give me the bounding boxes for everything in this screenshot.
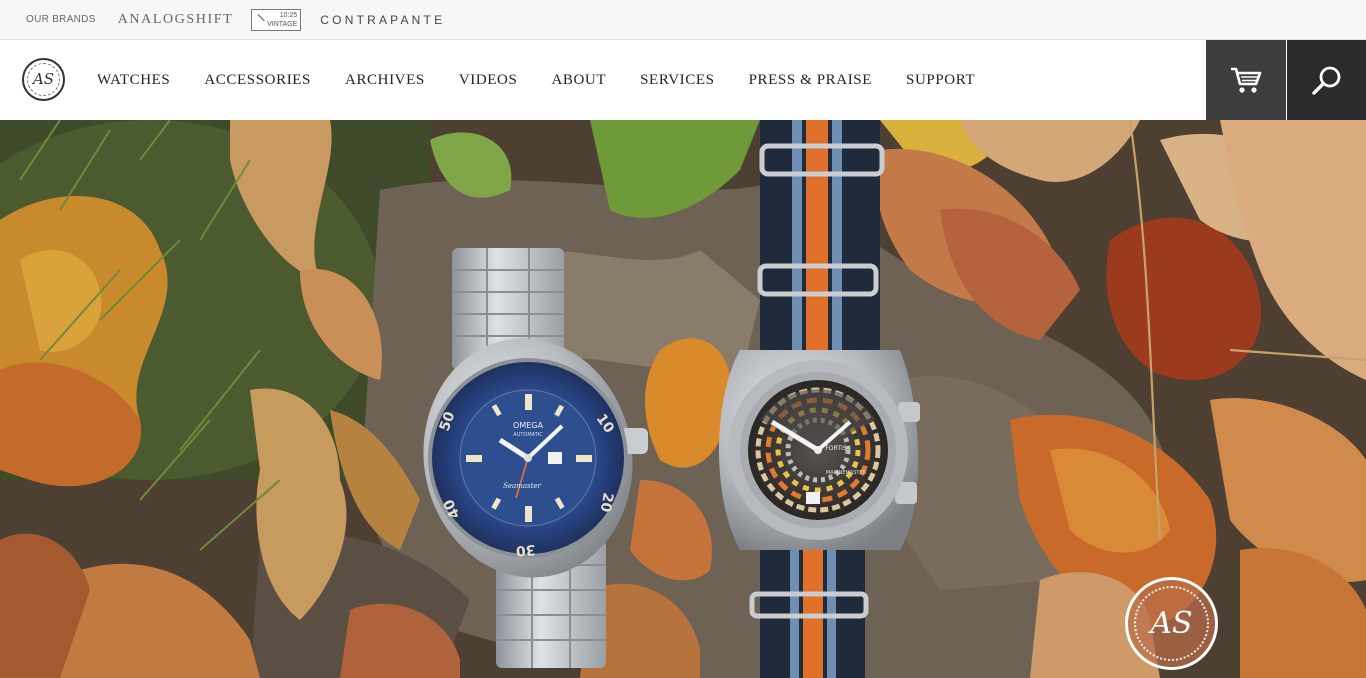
site-logo[interactable]: AS (22, 58, 65, 101)
nav-press-praise[interactable]: PRESS & PRAISE (749, 72, 872, 89)
search-button[interactable] (1287, 40, 1366, 120)
search-icon (1311, 66, 1340, 95)
nav-watches[interactable]: WATCHES (97, 72, 170, 89)
nav-services[interactable]: SERVICES (640, 72, 714, 89)
fortis-model: MARINEMASTER (826, 470, 867, 476)
main-nav: WATCHES ACCESSORIES ARCHIVES VIDEOS ABOU… (97, 40, 1009, 120)
cart-button[interactable] (1206, 40, 1286, 120)
main-header: AS WATCHES ACCESSORIES ARCHIVES VIDEOS A… (0, 40, 1366, 120)
clock-hand-icon (257, 13, 266, 21)
our-brands-label: OUR BRANDS (26, 14, 96, 25)
vintage-logo-word: VINTAGE (267, 20, 298, 28)
brand-bar: OUR BRANDS ANALOGSHIFT 10:25 VINTAGE CON… (0, 0, 1366, 40)
omega-model: Seamaster (503, 482, 541, 490)
nav-videos[interactable]: VIDEOS (459, 72, 518, 89)
logo-monogram: AS (32, 70, 55, 88)
nav-archives[interactable]: ARCHIVES (345, 72, 425, 89)
vintage-logo-time: 10:25 (279, 11, 298, 19)
omega-sub: AUTOMATIC (513, 432, 543, 438)
fortis-brand: FORTIS (825, 445, 846, 452)
brand-link-contrapante[interactable]: CONTRAPANTE (320, 13, 445, 27)
hero-banner[interactable]: 10 20 30 40 50 OMEGA AUTOMATIC Seamaster (0, 120, 1366, 678)
svg-text:30: 30 (515, 541, 536, 559)
brand-link-analogshift[interactable]: ANALOGSHIFT (118, 12, 234, 28)
nav-about[interactable]: ABOUT (551, 72, 606, 89)
nav-support[interactable]: SUPPORT (906, 72, 975, 89)
cart-icon (1231, 67, 1262, 93)
as-badge-icon[interactable]: AS (1125, 577, 1218, 670)
badge-monogram: AS (1150, 606, 1193, 641)
brand-link-1025-vintage[interactable]: 10:25 VINTAGE (251, 8, 302, 31)
omega-brand: OMEGA (513, 421, 543, 430)
svg-text:20: 20 (597, 491, 616, 513)
nav-accessories[interactable]: ACCESSORIES (204, 72, 311, 89)
